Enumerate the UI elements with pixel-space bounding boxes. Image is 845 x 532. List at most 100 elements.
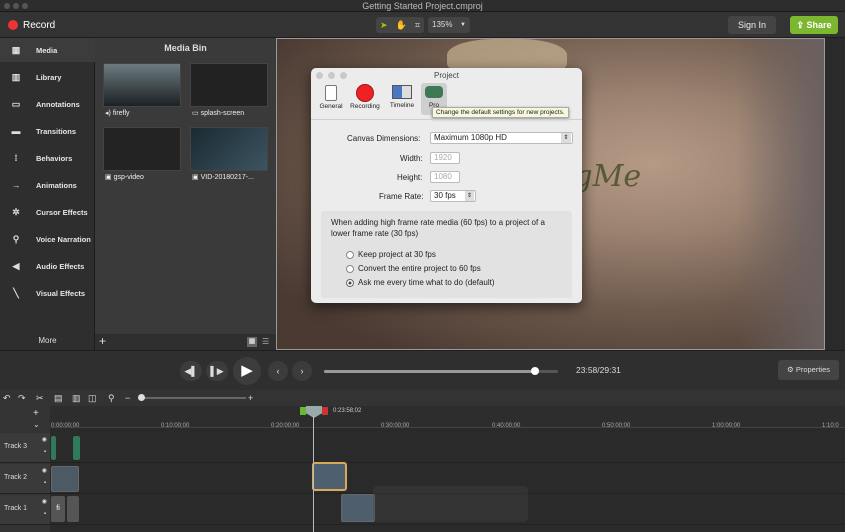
eye-icon[interactable]: ◉ — [42, 498, 47, 505]
media-bin: Media Bin ◂) firefly ▭ splash-screen ▣ g… — [95, 38, 276, 350]
project-settings-dialog: Project General Recording Timeline Pro C… — [311, 68, 582, 303]
radio-convert-60fps[interactable]: Convert the entire project to 60 fps — [346, 264, 481, 273]
track-2-header[interactable]: Track 2 ◉ ▪ — [0, 464, 50, 494]
scrub-handle[interactable] — [530, 367, 539, 375]
zoom-out-icon[interactable]: − — [125, 390, 130, 406]
playback-controls: ◀▌ ▌▶ ▶ ‹ › 23:58/29:31 ⚙ Properties — [0, 350, 845, 390]
eye-icon[interactable]: ◉ — [42, 467, 47, 474]
track-3-lane — [50, 433, 845, 463]
main-toolbar: Record ➤ ✋ ⌗ 135% ▼ Sign In ⇪ Share — [0, 12, 845, 38]
sidebar-item-behaviors[interactable]: ⁞ Behaviors — [0, 146, 95, 170]
media-thumb-gsp-video[interactable] — [103, 127, 181, 171]
height-field[interactable]: 1080 — [430, 171, 460, 183]
sidebar-item-audio-effects[interactable]: ◀ Audio Effects — [0, 254, 95, 278]
next-marker-icon[interactable]: › — [292, 361, 312, 381]
zoom-search-icon[interactable]: ⚲ — [108, 390, 115, 406]
timeline-clip-selected[interactable] — [312, 462, 347, 491]
video-icon: ▣ — [105, 174, 112, 181]
tab-general[interactable]: General — [315, 83, 347, 115]
pointer-icon[interactable]: ➤ — [380, 20, 388, 31]
media-thumb-vid[interactable] — [190, 127, 268, 171]
cursor-icon: ✲ — [12, 207, 20, 217]
tab-timeline[interactable]: Timeline — [386, 83, 418, 115]
copy-icon[interactable]: ▤ — [54, 390, 63, 406]
sidebar-item-cursor-effects[interactable]: ✲ Cursor Effects — [0, 200, 95, 224]
share-button[interactable]: ⇪ Share — [790, 16, 838, 34]
close-window-button[interactable] — [4, 3, 10, 9]
timeline-clip[interactable] — [341, 494, 375, 522]
undo-icon[interactable]: ↶ — [3, 390, 11, 406]
microphone-icon: ⚲ — [12, 234, 20, 244]
speech-bubble-icon — [425, 86, 443, 98]
zoom-window-button[interactable] — [22, 3, 28, 9]
eye-icon[interactable]: ◉ — [42, 436, 47, 443]
track-label: Track 3 — [4, 443, 28, 450]
width-field[interactable]: 1920 — [430, 152, 460, 164]
sidebar-item-visual-effects[interactable]: ╲ Visual Effects — [0, 281, 95, 305]
hand-icon[interactable]: ✋ — [396, 20, 407, 31]
radio-ask-every-time[interactable]: Ask me every time what to do (default) — [346, 278, 495, 287]
sidebar-item-voice-narration[interactable]: ⚲ Voice Narration — [0, 227, 95, 251]
title-bar: Getting Started Project.cmproj — [0, 0, 845, 12]
redo-icon[interactable]: ↷ — [18, 390, 26, 406]
radio-icon — [346, 250, 354, 259]
canvas-dimensions-select[interactable]: Maximum 1080p HD ⇕ — [430, 132, 573, 144]
crop-icon[interactable]: ⌗ — [415, 20, 420, 31]
sidebar-item-media[interactable]: ▦ Media — [0, 38, 95, 62]
previous-marker-icon[interactable]: ‹ — [268, 361, 288, 381]
width-label: Width: — [400, 154, 423, 163]
grid-view-icon[interactable]: ▦ — [247, 337, 257, 347]
media-thumb-splash-screen[interactable] — [190, 63, 268, 107]
frame-rate-select[interactable]: 30 fps ⇕ — [430, 190, 476, 202]
scrub-track[interactable] — [324, 367, 558, 375]
sidebar-item-annotations[interactable]: ▭ Annotations — [0, 92, 95, 116]
lock-icon[interactable]: ▪ — [44, 511, 46, 517]
record-button[interactable]: Record — [8, 17, 55, 33]
image-icon: ▭ — [192, 110, 199, 117]
playhead-in-marker[interactable] — [300, 407, 306, 415]
add-media-button[interactable]: + — [99, 334, 106, 348]
sign-in-button[interactable]: Sign In — [728, 16, 776, 34]
sidebar-item-label: Behaviors — [36, 153, 73, 163]
minimize-window-button[interactable] — [13, 3, 19, 9]
paste-icon[interactable]: ▥ — [72, 390, 81, 406]
step-back-icon[interactable]: ◀▌ — [180, 361, 202, 381]
zoom-slider[interactable] — [138, 394, 246, 401]
properties-button[interactable]: ⚙ Properties — [778, 360, 839, 380]
add-track-icon[interactable]: + — [33, 408, 39, 419]
sidebar-item-library[interactable]: ▥ Library — [0, 65, 95, 89]
sidebar-item-label: Cursor Effects — [36, 207, 88, 217]
timeline-clip[interactable] — [51, 436, 56, 460]
timeline-clip[interactable] — [51, 466, 79, 492]
track-3-header[interactable]: Track 3 ◉ ▪ — [0, 433, 50, 463]
more-button[interactable]: More — [0, 336, 95, 345]
radio-keep-30fps[interactable]: Keep project at 30 fps — [346, 250, 436, 259]
zoom-select[interactable]: 135% ▼ — [428, 17, 470, 33]
window-title: Getting Started Project.cmproj — [362, 1, 483, 11]
lock-icon[interactable]: ▪ — [44, 449, 46, 455]
track-1-header[interactable]: Track 1 ◉ ▪ — [0, 495, 50, 525]
timeline-clip[interactable]: fi — [51, 496, 65, 522]
collapse-tracks-icon[interactable]: ⌄ — [33, 420, 40, 429]
ruler-tick: 1:00:00;00 — [712, 423, 741, 429]
playhead-out-marker[interactable] — [322, 407, 328, 415]
zoom-value: 135% — [432, 20, 453, 29]
cut-icon[interactable]: ✂ — [36, 390, 44, 406]
media-thumb-firefly[interactable] — [103, 63, 181, 107]
tab-recording[interactable]: Recording — [347, 83, 383, 115]
wand-icon: ╲ — [13, 288, 19, 298]
timeline-clip[interactable] — [73, 436, 80, 460]
sidebar-item-animations[interactable]: → Animations — [0, 173, 95, 197]
zoom-in-icon[interactable]: + — [248, 390, 253, 406]
split-icon[interactable]: ◫ — [88, 390, 97, 406]
timeline-icon — [392, 85, 412, 99]
play-icon[interactable]: ▶ — [233, 357, 261, 385]
step-forward-icon[interactable]: ▌▶ — [206, 361, 228, 381]
sidebar-item-transitions[interactable]: ▬ Transitions — [0, 119, 95, 143]
scrub-fill — [324, 370, 535, 373]
zoom-slider-handle[interactable] — [138, 394, 145, 401]
timeline-clip[interactable] — [67, 496, 79, 522]
ruler-tick: 0:30:00;00 — [381, 423, 410, 429]
lock-icon[interactable]: ▪ — [44, 480, 46, 486]
list-view-icon[interactable]: ☰ — [262, 337, 269, 346]
